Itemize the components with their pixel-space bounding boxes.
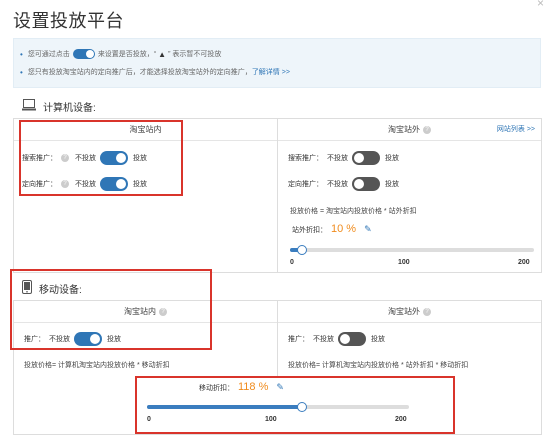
edit-pencil-icon[interactable]: ✎	[364, 224, 372, 235]
mobile-outside-row: 推广： 不投放 投放	[288, 332, 385, 346]
notice-text: 您可通过点击	[27, 51, 70, 58]
row-label: 搜索推广：	[288, 155, 323, 162]
bullet-icon: •	[20, 67, 23, 77]
help-icon[interactable]: ?	[423, 307, 431, 316]
learn-more-link[interactable]: 了解详情 >>	[252, 67, 290, 77]
help-icon[interactable]: ?	[423, 125, 431, 134]
discount-value: 10 %	[331, 223, 357, 235]
slider-min-label: 0	[290, 259, 294, 266]
notice-line-2: • 您只有投放淘宝站内的定向推广后，才能选择投放淘宝站外的定向推广， 了解详情 …	[20, 67, 290, 77]
outside-discount: 站外折扣： 10 % ✎	[292, 223, 372, 235]
option-off-label: 不投放	[313, 336, 334, 343]
mobile-outside-toggle[interactable]	[338, 332, 366, 346]
pc-section-header: 计算机设备:	[22, 99, 96, 114]
pc-section-label: 计算机设备:	[43, 103, 96, 114]
panel-title: 淘宝站外?	[278, 301, 541, 323]
notice-line-1: • 您可通过点击 来设置是否投放，“ ▲ ” 表示暂不可投放	[20, 49, 221, 59]
option-on-label: 投放	[385, 181, 399, 188]
notice-box: • 您可通过点击 来设置是否投放，“ ▲ ” 表示暂不可投放 • 您只有投放淘宝…	[13, 38, 541, 88]
site-list-link[interactable]: 网站列表 >>	[497, 119, 535, 141]
option-on-label: 投放	[385, 155, 399, 162]
mobile-outside-panel: 淘宝站外? 推广： 不投放 投放 投放价格= 计算机淘宝站内投放价格 * 站外折…	[277, 300, 542, 378]
toggle-example-icon	[72, 49, 95, 59]
pc-outside-formula: 投放价格 = 淘宝站内投放价格 * 站外折扣	[290, 208, 417, 215]
panel-title-text: 淘宝站外	[388, 125, 420, 134]
slider-mid-label: 100	[398, 259, 410, 266]
bullet-icon: •	[20, 49, 23, 59]
dialog-title: 设置投放平台	[13, 11, 124, 31]
option-off-label: 不投放	[327, 181, 348, 188]
slider-thumb[interactable]	[297, 245, 308, 255]
pc-outside-targeting-row: 定向推广： 不投放 投放	[288, 177, 399, 191]
notice-text: 您只有投放淘宝站内的定向推广后，才能选择投放淘宝站外的定向推广，	[27, 69, 252, 76]
panel-title-text: 淘宝站外	[388, 307, 420, 316]
pc-outside-targeting-toggle[interactable]	[352, 177, 380, 191]
pc-outside-search-toggle[interactable]	[352, 151, 380, 165]
option-on-label: 投放	[371, 336, 385, 343]
close-icon[interactable]: ×	[537, 0, 544, 10]
row-label: 推广：	[288, 336, 309, 343]
mobile-inside-formula: 投放价格= 计算机淘宝站内投放价格 * 移动折扣	[24, 362, 170, 369]
option-off-label: 不投放	[327, 155, 348, 162]
computer-icon	[22, 99, 36, 114]
outside-discount-slider[interactable]	[290, 245, 534, 255]
notice-text: 来设置是否投放，“	[97, 51, 157, 58]
pc-outside-search-row: 搜索推广： 不投放 投放	[288, 151, 399, 165]
mobile-outside-formula: 投放价格= 计算机淘宝站内投放价格 * 站外折扣 * 移动折扣	[288, 362, 469, 369]
row-label: 定向推广：	[288, 181, 323, 188]
highlight-box-mobile-discount	[135, 376, 455, 434]
slider-max-label: 200	[518, 259, 530, 266]
notice-text: ” 表示暂不可投放	[168, 51, 222, 58]
highlight-box-mobile	[10, 269, 212, 350]
discount-label: 站外折扣：	[292, 227, 327, 234]
warning-icon: ▲	[158, 49, 167, 59]
highlight-box-pc-inside	[19, 120, 183, 196]
pc-outside-panel: 淘宝站外? 网站列表 >> 搜索推广： 不投放 投放 定向推广： 不投放 投放 …	[277, 118, 542, 273]
